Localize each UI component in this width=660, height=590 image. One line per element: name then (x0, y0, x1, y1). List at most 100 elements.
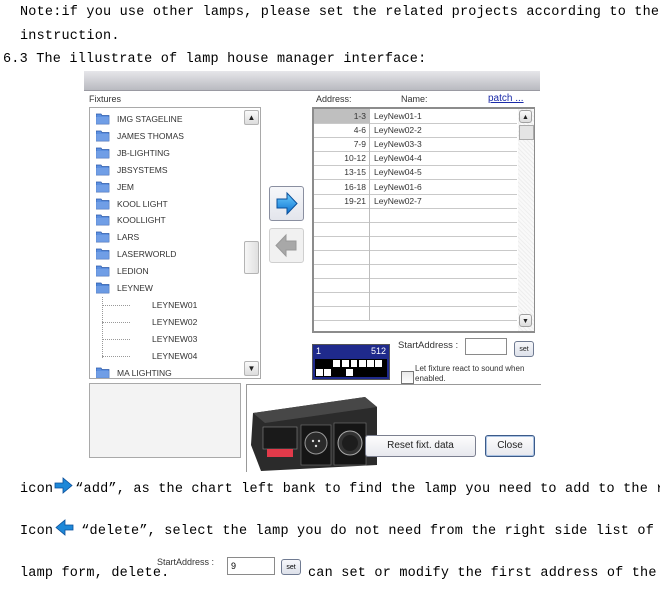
table-row[interactable] (314, 235, 517, 251)
table-row[interactable]: 7-9 LeyNew03-3 (314, 137, 517, 153)
delete-button[interactable] (269, 228, 304, 263)
folder-icon (95, 214, 110, 226)
tree-connector (102, 321, 130, 323)
close-button[interactable]: Close (485, 435, 535, 457)
table-row[interactable] (314, 306, 517, 322)
address-cell (314, 264, 370, 279)
name-cell: LeyNew01-1 (374, 111, 422, 121)
start-address-label: StartAddress : (398, 340, 459, 351)
fixture-info-panel (89, 383, 241, 458)
title-bar (84, 71, 540, 91)
fixture-folder-item[interactable]: LEYNEW (90, 280, 240, 297)
patch-table-scrollbar[interactable]: ▲ ▼ (518, 109, 534, 331)
patch-table[interactable]: 1-3 LeyNew01-1 4-6 LeyNew02-2 7-9 LeyNew03-3 1… (312, 107, 535, 333)
address-cell (314, 292, 370, 307)
fixture-folder-item[interactable]: LASERWORLD (90, 246, 240, 263)
name-cell: LeyNew04-5 (374, 167, 422, 178)
table-row[interactable]: 19-21 LeyNew02-7 (314, 193, 517, 209)
tree-connector (102, 304, 130, 306)
delete-arrow-icon (55, 519, 74, 536)
fixture-child-item[interactable]: LEYNEW02 (90, 314, 240, 331)
folder-open-icon (95, 282, 110, 294)
add-button[interactable] (269, 186, 304, 221)
address-cell: 1-3 (314, 109, 370, 123)
dmx-start: 1 (316, 346, 322, 356)
table-row[interactable] (314, 264, 517, 280)
fixture-photo (246, 384, 541, 472)
fixture-folder-item[interactable]: MA LIGHTING (90, 365, 240, 379)
table-row[interactable]: 13-15 LeyNew04-5 (314, 165, 517, 181)
fixture-folder-item[interactable]: IMG STAGELINE (90, 111, 240, 128)
folder-icon (95, 113, 110, 125)
fixture-folder-item[interactable]: JBSYSTEMS (90, 162, 240, 179)
address-cell (314, 306, 370, 321)
start-address-input[interactable] (465, 338, 507, 355)
table-row[interactable] (314, 250, 517, 265)
address-cell (314, 207, 370, 222)
scroll-thumb[interactable] (519, 125, 534, 140)
fixture-folder-item[interactable]: JAMES THOMAS (90, 128, 240, 145)
scroll-thumb[interactable] (244, 241, 259, 274)
name-cell: LeyNew02-2 (374, 125, 422, 136)
fixture-label: MA LIGHTING (117, 367, 172, 378)
table-row[interactable]: 4-6 LeyNew02-2 (314, 123, 517, 139)
patch-link[interactable]: patch ... (488, 93, 524, 104)
table-row[interactable] (314, 278, 517, 294)
name-cell: LeyNew01-6 (374, 181, 422, 192)
fixtures-scrollbar[interactable]: ▲ ▼ (243, 108, 260, 378)
table-row[interactable]: 16-18 LeyNew01-6 (314, 179, 517, 195)
add-explanation: icon “add”, as the chart left bank to fin… (20, 477, 660, 497)
sound-react-checkbox[interactable] (401, 371, 414, 384)
table-row[interactable] (314, 207, 517, 223)
lamp-house-manager-window: Fixtures Address: Name: patch ... IMG ST… (84, 71, 541, 472)
reset-fixture-data-button[interactable]: Reset fixt. data (365, 435, 476, 457)
fixture-folder-item[interactable]: LEDION (90, 263, 240, 280)
folder-icon (95, 248, 110, 260)
table-row[interactable] (314, 292, 517, 308)
fixtures-label: Fixtures (89, 94, 122, 104)
delete-explanation-prefix: Icon (20, 524, 54, 539)
fixture-folder-item[interactable]: KOOLLIGHT (90, 212, 240, 229)
inline-start-address-label: StartAddress : (157, 557, 215, 567)
fixture-folder-item[interactable]: JB-LIGHTING (90, 145, 240, 162)
fixtures-tree[interactable]: IMG STAGELINE JAMES THOMAS JB-LIGHTING JBSY… (89, 107, 261, 379)
fixture-label: LEYNEW01 (152, 299, 198, 310)
table-row[interactable] (314, 221, 517, 237)
arrow-right-icon (276, 191, 298, 216)
tree-vertical-connector (102, 296, 103, 359)
scroll-up-icon[interactable]: ▲ (244, 110, 259, 125)
inline-set-button: set (281, 559, 301, 575)
dmx-channel-grid (315, 359, 387, 377)
tree-connector (102, 355, 130, 357)
fixture-folder-item[interactable]: KOOL LIGHT (90, 196, 240, 213)
dmx-decoder-image (251, 397, 377, 471)
address-cell (314, 278, 370, 293)
fixture-child-item[interactable]: LEYNEW03 (90, 331, 240, 348)
name-cell: LeyNew04-4 (374, 153, 422, 164)
fixture-folder-item[interactable]: LARS (90, 229, 240, 246)
tree-connector (102, 338, 130, 340)
note-line-2: instruction. (20, 29, 120, 44)
delete-explanation: Icon “delete”, select the lamp you do not… (20, 519, 660, 539)
fixture-label: LEDION (117, 266, 149, 277)
table-row[interactable]: 10-12 LeyNew04-4 (314, 151, 517, 167)
sound-react-label: Let fixture react to sound when enabled. (415, 364, 525, 383)
fixture-label: KOOL LIGHT (117, 198, 168, 209)
address-label: Address: (316, 94, 352, 104)
folder-icon (95, 265, 110, 277)
scroll-down-icon[interactable]: ▼ (244, 361, 259, 376)
fixture-folder-item[interactable]: JEM (90, 179, 240, 196)
section-heading: 6.3 The illustrate of lamp house manager… (3, 52, 427, 67)
address-cell (314, 221, 370, 236)
set-button[interactable]: set (514, 341, 534, 357)
fixture-child-item[interactable]: LEYNEW01 (90, 297, 240, 314)
address-cell: 13-15 (314, 165, 370, 180)
folder-icon (95, 198, 110, 210)
scroll-down-icon[interactable]: ▼ (519, 314, 532, 327)
fixture-label: IMG STAGELINE (117, 114, 183, 124)
dmx-universe-map: 1 512 (312, 344, 390, 380)
scroll-up-icon[interactable]: ▲ (519, 110, 532, 123)
startaddress-explanation-text: can set or modify the first address of t… (308, 566, 660, 581)
fixture-child-item[interactable]: LEYNEW04 (90, 348, 240, 365)
table-row[interactable]: 1-3 LeyNew01-1 (314, 109, 517, 124)
